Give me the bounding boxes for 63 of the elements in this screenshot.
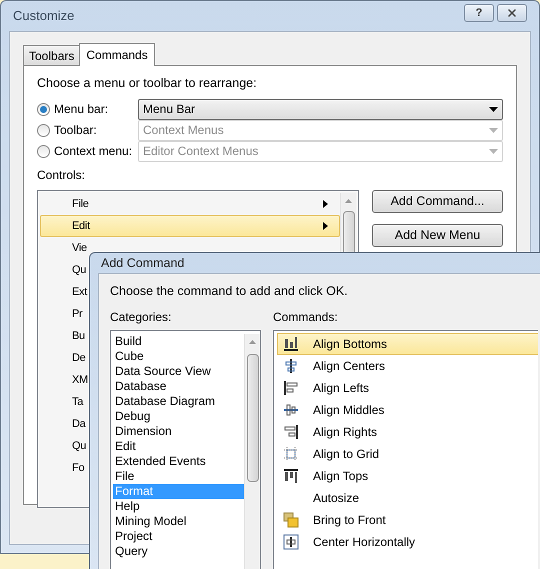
prompt-text: Choose the command to add and click OK. xyxy=(110,283,349,300)
command-item[interactable]: Align Middles xyxy=(277,399,538,421)
align-rights-icon xyxy=(283,424,299,440)
command-item[interactable]: Align Lefts xyxy=(277,377,538,399)
bring-to-front-icon xyxy=(283,512,299,528)
commands-label: Commands: xyxy=(273,309,339,326)
tab[interactable]: Commands xyxy=(79,43,155,66)
submenu-arrow-icon xyxy=(322,200,329,208)
scroll-up-icon[interactable] xyxy=(249,340,256,344)
category-item[interactable]: Edit xyxy=(113,439,244,454)
category-item[interactable]: Dimension xyxy=(113,424,244,439)
category-item[interactable]: Query xyxy=(113,544,244,559)
category-item[interactable]: Database Diagram xyxy=(113,394,244,409)
radio-label: Toolbar: xyxy=(54,122,98,140)
scrollbar[interactable] xyxy=(244,334,260,569)
dropdown-caret-icon xyxy=(489,148,498,154)
window-title: Customize xyxy=(13,7,74,26)
command-item[interactable]: Bring to Front xyxy=(277,509,538,531)
help-button[interactable]: ? xyxy=(464,4,494,22)
center-horizontally-icon xyxy=(283,534,299,550)
category-item[interactable]: Project xyxy=(113,529,244,544)
categories-label: Categories: xyxy=(110,309,172,326)
category-item[interactable]: Mining Model xyxy=(113,514,244,529)
dialog-button[interactable]: Add Command... xyxy=(372,190,503,213)
align-centers-icon xyxy=(283,358,299,374)
radio-button[interactable] xyxy=(37,102,50,116)
close-button[interactable] xyxy=(497,4,527,22)
controls-label: Controls: xyxy=(37,166,86,184)
command-item[interactable]: Align Rights xyxy=(277,421,538,443)
dropdown-caret-icon xyxy=(489,106,498,112)
command-item[interactable]: Center Horizontally xyxy=(277,531,538,553)
dropdown-caret-icon xyxy=(489,128,498,133)
prompt-text: Choose a menu or toolbar to rearrange: xyxy=(37,75,258,92)
submenu-arrow-icon xyxy=(322,222,329,230)
category-item[interactable]: Database xyxy=(113,379,244,394)
scroll-up-icon[interactable] xyxy=(345,198,352,203)
radio-label: Menu bar: xyxy=(54,101,110,118)
control-item[interactable]: File xyxy=(40,192,340,215)
align-grid-icon xyxy=(283,446,299,462)
category-item[interactable]: Debug xyxy=(113,409,244,424)
align-bottoms-icon xyxy=(283,336,299,352)
dialog-button[interactable]: Add New Menu xyxy=(372,224,503,247)
control-item[interactable]: Edit xyxy=(40,214,340,237)
command-item[interactable]: Align Tops xyxy=(277,465,538,487)
radio-label: Context menu: xyxy=(54,143,134,160)
command-item[interactable]: Align Centers xyxy=(277,355,538,377)
category-item[interactable]: Extended Events xyxy=(113,454,244,469)
scroll-thumb[interactable] xyxy=(246,354,258,482)
align-tops-icon xyxy=(283,468,299,484)
command-item[interactable]: Align Bottoms xyxy=(277,333,538,355)
category-item[interactable]: Help xyxy=(113,499,244,514)
dropdown[interactable]: Menu Bar xyxy=(138,98,503,120)
align-lefts-icon xyxy=(283,380,299,396)
command-item[interactable]: Align to Grid xyxy=(277,443,538,465)
category-item[interactable]: Build xyxy=(113,334,244,349)
command-item[interactable]: Autosize xyxy=(277,487,538,509)
category-item[interactable]: File xyxy=(113,469,244,484)
close-icon xyxy=(506,7,518,19)
window-title: Add Command xyxy=(101,254,184,272)
category-item[interactable]: Cube xyxy=(113,349,244,364)
tab[interactable]: Toolbars xyxy=(23,45,80,65)
category-item[interactable]: Data Source View xyxy=(113,364,244,379)
align-middles-icon xyxy=(283,402,299,418)
